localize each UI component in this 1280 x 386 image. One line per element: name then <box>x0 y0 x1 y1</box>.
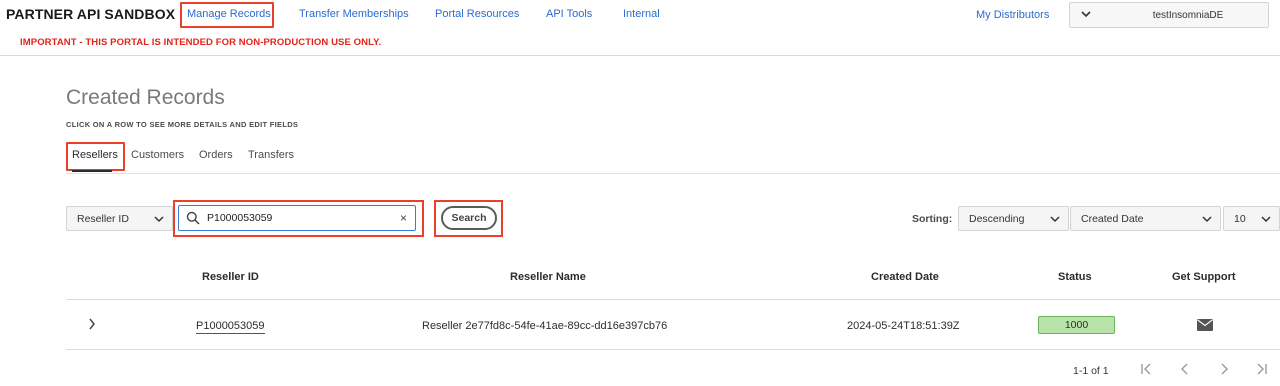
search-input-container[interactable]: × <box>178 205 416 231</box>
column-header-get-support[interactable]: Get Support <box>1172 271 1236 283</box>
clear-icon[interactable]: × <box>400 211 407 225</box>
tab-resellers[interactable]: Resellers <box>72 149 118 161</box>
top-bar: PARTNER API SANDBOX Manage Records Trans… <box>0 0 1280 56</box>
nav-manage-records[interactable]: Manage Records <box>187 8 271 20</box>
tab-orders[interactable]: Orders <box>199 149 233 161</box>
nav-api-tools[interactable]: API Tools <box>546 8 592 20</box>
column-header-created-date[interactable]: Created Date <box>871 271 939 283</box>
previous-page-icon[interactable] <box>1179 361 1191 380</box>
last-page-icon[interactable] <box>1254 361 1268 380</box>
sort-order-select[interactable]: Descending <box>958 206 1069 231</box>
search-input[interactable] <box>207 210 387 226</box>
my-distributors-link[interactable]: My Distributors <box>976 9 1049 21</box>
page-title: Created Records <box>66 86 225 109</box>
chevron-down-icon <box>1050 212 1060 229</box>
search-icon <box>186 211 200 230</box>
table-row-divider <box>66 349 1280 350</box>
page-subtitle: CLICK ON A ROW TO SEE MORE DETAILS AND E… <box>66 120 299 129</box>
user-select[interactable]: testInsomniaDE <box>1069 2 1269 28</box>
pagination-range: 1-1 of 1 <box>1073 365 1109 377</box>
sort-by-select[interactable]: Created Date <box>1070 206 1221 231</box>
column-header-reseller-name[interactable]: Reseller Name <box>510 271 586 283</box>
nav-internal[interactable]: Internal <box>623 8 660 20</box>
sort-order-value: Descending <box>969 213 1025 225</box>
page-size-select[interactable]: 10 <box>1223 206 1280 231</box>
active-tab-underline <box>72 170 112 172</box>
nav-transfer-memberships[interactable]: Transfer Memberships <box>299 8 409 20</box>
reseller-id-link[interactable]: P1000053059 <box>196 320 265 334</box>
user-select-value: testInsomniaDE <box>1152 10 1224 21</box>
sort-by-value: Created Date <box>1081 213 1144 225</box>
next-page-icon[interactable] <box>1218 361 1230 380</box>
first-page-icon[interactable] <box>1140 361 1154 380</box>
search-button[interactable]: Search <box>441 206 497 230</box>
mail-icon[interactable] <box>1197 318 1213 336</box>
nav-portal-resources[interactable]: Portal Resources <box>435 8 519 20</box>
tab-customers[interactable]: Customers <box>131 149 184 161</box>
chevron-down-icon <box>1202 212 1212 229</box>
column-header-reseller-id[interactable]: Reseller ID <box>202 271 259 283</box>
tabs-divider <box>66 173 1280 174</box>
page: PARTNER API SANDBOX Manage Records Trans… <box>0 0 1280 386</box>
page-size-value: 10 <box>1234 213 1246 225</box>
non-production-warning: IMPORTANT - THIS PORTAL IS INTENDED FOR … <box>20 37 382 48</box>
table-header-divider <box>66 299 1280 300</box>
status-badge: 1000 <box>1038 316 1115 334</box>
tab-transfers[interactable]: Transfers <box>248 149 294 161</box>
search-field-select[interactable]: Reseller ID <box>66 206 173 231</box>
brand-title: PARTNER API SANDBOX <box>6 6 176 22</box>
chevron-right-icon[interactable] <box>87 316 97 335</box>
search-field-value: Reseller ID <box>77 213 129 225</box>
reseller-name-cell: Reseller 2e77fd8c-54fe-41ae-89cc-dd16e39… <box>422 320 668 332</box>
created-date-cell: 2024-05-24T18:51:39Z <box>847 320 960 332</box>
column-header-status[interactable]: Status <box>1058 271 1092 283</box>
chevron-down-icon <box>154 212 164 229</box>
sorting-label: Sorting: <box>912 213 953 225</box>
chevron-down-icon <box>1261 212 1271 229</box>
